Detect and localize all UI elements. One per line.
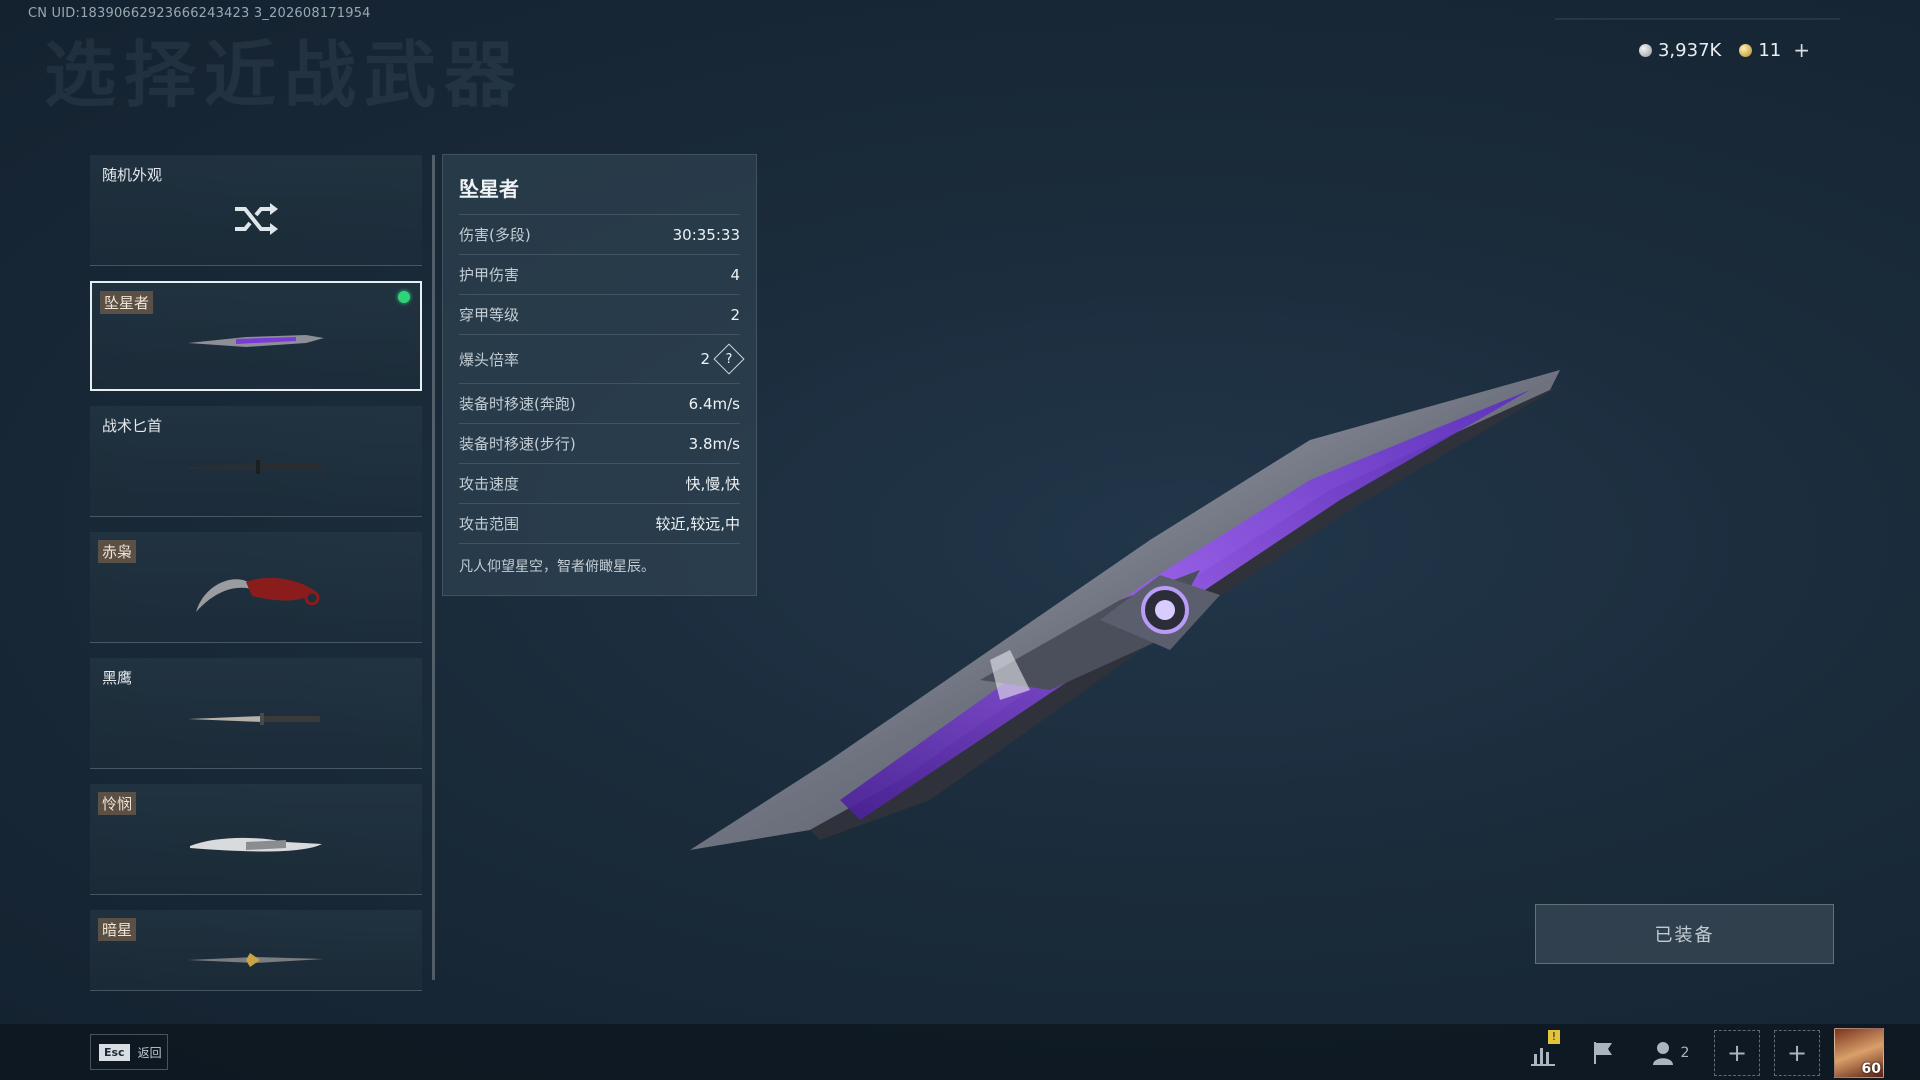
- bottom-right-icons: ! 2 + + 60: [1520, 1028, 1884, 1078]
- weapon-card-red-owl[interactable]: 赤枭: [90, 532, 422, 643]
- weapon-label: 随机外观: [102, 166, 163, 184]
- tactical-dagger-thumb: [188, 459, 322, 474]
- top-divider: [1555, 18, 1840, 20]
- add-slot-button-2[interactable]: +: [1774, 1030, 1820, 1076]
- stat-row: 伤害(多段) 30:35:33: [459, 214, 740, 254]
- coin-amount: 3,937K: [1657, 39, 1722, 61]
- weapon-list: 随机外观 坠星者 战术匕首 赤枭 黑鹰 怜悯 暗星: [90, 155, 422, 1006]
- starfall-knife-thumb: [188, 335, 324, 348]
- weapon-label: 战术匕首: [102, 417, 163, 435]
- stat-key: 穿甲等级: [459, 306, 520, 324]
- coin-balance: 3,937K: [1638, 39, 1722, 61]
- player-level: 60: [1861, 1061, 1881, 1077]
- stat-value: 4: [730, 265, 740, 284]
- black-hawk-knife-thumb: [188, 712, 320, 725]
- dark-star-knife-thumb: [188, 952, 324, 967]
- flag-button[interactable]: [1580, 1030, 1626, 1076]
- weapon-label: 黑鹰: [102, 669, 133, 687]
- stat-value: 30:35:33: [672, 225, 740, 244]
- stat-row: 护甲伤害 4: [459, 254, 740, 294]
- weapon-card-tactical-dagger[interactable]: 战术匕首: [90, 406, 422, 517]
- stat-key: 护甲伤害: [459, 266, 520, 284]
- friends-icon: [1652, 1042, 1673, 1065]
- stat-key: 攻击范围: [459, 515, 520, 533]
- weapon-label: 暗星: [98, 918, 137, 941]
- stat-row: 穿甲等级 2: [459, 294, 740, 334]
- back-button[interactable]: Esc 返回: [90, 1034, 168, 1070]
- weapon-label: 赤枭: [98, 540, 137, 563]
- warning-badge: !: [1548, 1030, 1560, 1044]
- mercy-knife-thumb: [190, 837, 322, 851]
- weapon-card-dark-star[interactable]: 暗星: [90, 910, 422, 991]
- coin-icon: [1638, 43, 1652, 57]
- back-label: 返回: [137, 1045, 162, 1060]
- red-owl-karambit-thumb: [196, 577, 320, 612]
- add-slot-button-1[interactable]: +: [1714, 1030, 1760, 1076]
- friends-button[interactable]: 2: [1640, 1030, 1700, 1076]
- weapon-card-black-hawk[interactable]: 黑鹰: [90, 658, 422, 769]
- weapon-card-mercy[interactable]: 怜悯: [90, 784, 422, 895]
- friends-count: 2: [1680, 1045, 1690, 1061]
- shuffle-icon: [235, 202, 278, 235]
- flag-icon: [1594, 1042, 1612, 1064]
- weapon-label: 怜悯: [98, 792, 137, 815]
- stat-key: 攻击速度: [459, 475, 520, 493]
- currency-bar: 3,937K 11 +: [1638, 38, 1810, 62]
- token-balance: 11 +: [1739, 38, 1810, 62]
- weapon-card-starfall[interactable]: 坠星者: [90, 281, 422, 391]
- weapon-3d-preview[interactable]: [690, 360, 1590, 880]
- token-amount: 11: [1758, 39, 1782, 61]
- weapon-label: 坠星者: [100, 291, 154, 314]
- player-avatar[interactable]: 60: [1834, 1028, 1884, 1078]
- stat-key: 伤害(多段): [459, 226, 531, 244]
- page-title-watermark: 选择近战武器: [44, 33, 525, 117]
- add-token-button[interactable]: +: [1793, 38, 1810, 62]
- weapon-list-scrollbar[interactable]: [432, 155, 435, 980]
- equipped-button[interactable]: 已装备: [1535, 904, 1834, 964]
- esc-key-hint: Esc: [99, 1043, 130, 1061]
- stat-key: 装备时移速(步行): [459, 435, 576, 453]
- stat-key: 爆头倍率: [459, 350, 520, 369]
- equipped-indicator: [398, 291, 410, 303]
- stat-value: 2: [730, 305, 740, 324]
- weapon-card-random[interactable]: 随机外观: [90, 155, 422, 266]
- token-icon: [1739, 43, 1753, 57]
- stat-key: 装备时移速(奔跑): [459, 395, 576, 413]
- stats-button[interactable]: !: [1520, 1030, 1566, 1076]
- weapon-name: 坠星者: [459, 177, 519, 201]
